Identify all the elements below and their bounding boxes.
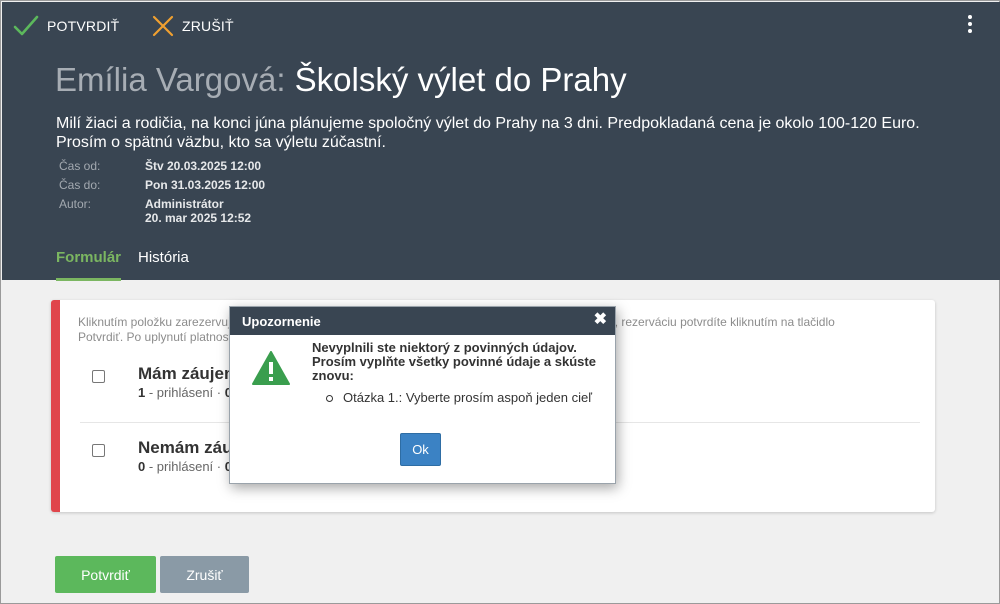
event-header: POTVRDIŤ ZRUŠIŤ Emília Vargová: Školský … [2, 2, 1000, 281]
warning-dialog: Upozornenie ✖ Nevyplnili ste niektorý z … [229, 306, 616, 484]
time-to-value: Pon 31.03.2025 12:00 [145, 178, 266, 192]
time-from-label: Čas od: [59, 159, 101, 173]
option-not-interested-checkbox[interactable] [92, 444, 105, 457]
author-date: 20. mar 2025 12:52 [145, 211, 252, 225]
dialog-ok-button[interactable]: Ok [400, 433, 441, 466]
time-from-value: Štv 20.03.2025 12:00 [145, 159, 262, 173]
author-value: Administrátor 20. mar 2025 12:52 [145, 197, 251, 225]
dialog-header: Upozornenie ✖ [230, 307, 615, 335]
toolbar-cancel-label: ZRUŠIŤ [182, 18, 234, 34]
time-to-label: Čas do: [59, 178, 101, 192]
tab-bar: Formulár História [56, 249, 206, 281]
event-title: Školský výlet do Prahy [294, 61, 627, 98]
kebab-menu-icon[interactable] [966, 15, 974, 37]
event-author: Emília Vargová: [55, 61, 286, 98]
dialog-error-item: Otázka 1.: Vyberte prosím aspoň jeden ci… [326, 390, 592, 405]
dialog-title: Upozornenie [242, 314, 321, 329]
toolbar-confirm-label: POTVRDIŤ [47, 18, 120, 34]
page-title: Emília Vargová: Školský výlet do Prahy [55, 60, 627, 100]
author-name: Administrátor [145, 197, 224, 211]
tab-history[interactable]: História [138, 249, 189, 281]
cancel-button[interactable]: Zrušiť [160, 556, 249, 593]
author-label: Autor: [59, 197, 92, 211]
option-interested-title: Mám záujem [138, 364, 240, 383]
warning-icon [252, 351, 290, 385]
info-text-left: Kliknutím položku zarezervuje [78, 315, 238, 329]
event-description: Milí žiaci a rodičia, na konci júna plán… [56, 115, 920, 151]
x-icon [152, 15, 174, 37]
close-icon[interactable]: ✖ [594, 312, 607, 328]
toolbar-cancel-button[interactable]: ZRUŠIŤ [152, 13, 234, 39]
dialog-message: Nevyplnili ste niektorý z povinných údaj… [312, 340, 596, 383]
check-icon [13, 15, 39, 36]
option-interested-checkbox[interactable] [92, 370, 105, 383]
app-frame: POTVRDIŤ ZRUŠIŤ Emília Vargová: Školský … [0, 0, 1000, 604]
info-text-line2: Potvrdiť. Po uplynutí platnosti [78, 330, 235, 344]
tab-form[interactable]: Formulár [56, 249, 122, 281]
confirm-button[interactable]: Potvrdiť [55, 556, 156, 593]
toolbar-confirm-button[interactable]: POTVRDIŤ [13, 13, 119, 39]
